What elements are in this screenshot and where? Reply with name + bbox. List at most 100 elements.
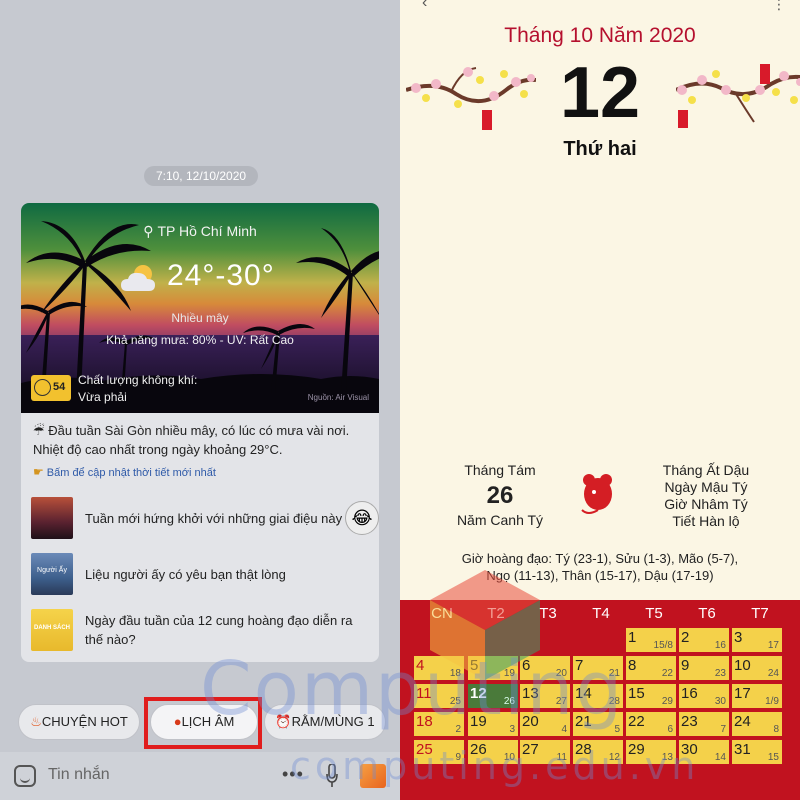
calendar-solar-day: 3 [734,629,743,646]
calendar-day-cell[interactable]: 16 30 [679,684,729,708]
aqi-badge: 54 [31,375,71,401]
calendar-day-cell[interactable]: 22 6 [626,712,676,736]
pointing-hand-icon: ☛ [33,465,44,479]
aqi-face-icon [34,379,51,396]
weather-message-card[interactable]: ⚲ TP Hồ Chí Minh 24°-30° Nhiều mây Khả nă… [21,203,379,662]
can-chi-block: Tháng Ất Dậu Ngày Mậu Tý Giờ Nhâm Tý Tiế… [636,462,776,530]
apricot-blossom-branch-icon [406,67,536,130]
calendar-solar-day: 10 [734,657,751,674]
chuyen-hot-chip[interactable]: ♨CHUYỆN HOT [18,704,140,740]
calendar-lunar-day: 15/8 [653,640,673,651]
weekday-header: T7 [751,605,769,622]
weather-location: ⚲ TP Hồ Chí Minh [21,223,379,240]
lunar-date-block: Tháng Tám 26 Năm Canh Tý [440,462,560,528]
lunar-month: Tháng Tám [464,462,536,478]
calendar-lunar-day: 8 [773,724,779,735]
calendar-lunar-day: 22 [661,668,673,679]
rain-uv-info: Khả năng mưa: 80% - UV: Rất Cao [106,333,294,347]
calendar-lunar-day: 29 [661,696,673,707]
calendar-day-cell[interactable]: 8 22 [626,656,676,680]
top-strip [400,0,800,12]
calendar-solar-day: 16 [681,685,698,702]
weather-description: Nhiều mây [171,311,229,325]
weather-source: Nguồn: Air Visual [307,393,369,402]
apricot-blossom-branch-icon [676,64,800,128]
update-link-text: Bấm để cập nhật thời tiết mới nhất [46,467,216,479]
calendar-day-cell[interactable]: 23 7 [679,712,729,736]
menu-icon[interactable]: ⋮ [772,0,786,13]
list-item-title: Ngày đầu tuần của 12 cung hoàng đạo diễn… [85,613,353,647]
weather-banner[interactable]: ⚲ TP Hồ Chí Minh 24°-30° Nhiều mây Khả nă… [21,203,379,413]
can-chi-hour: Giờ Nhâm Tý [664,496,748,512]
list-item-title: Liệu người ấy có yêu bạn thật lòng [85,566,286,582]
weekday-header: T5 [645,605,663,622]
lunar-day: 26 [486,482,514,509]
calendar-lunar-day: 1/9 [765,696,779,707]
calendar-day-cell[interactable]: 2 16 [679,628,729,652]
message-timestamp: 7:10, 12/10/2020 [144,166,258,186]
update-weather-link[interactable]: ☛ Bấm để cập nhật thời tiết mới nhất [33,465,216,479]
zodiac-thumbnail: DANH SÁCH [31,609,73,651]
weekday-header: T4 [592,605,610,622]
calendar-day-cell[interactable]: 10 24 [732,656,782,680]
solar-term: Tiết Hàn lộ [672,513,740,529]
calendar-lunar-day: 14 [714,752,726,763]
list-item[interactable]: Người Ấy Liệu người ấy có yêu bạn thật l… [31,553,371,597]
rat-zodiac-icon [581,474,612,514]
calendar-solar-day: 23 [681,713,698,730]
calendar-lunar-day: 15 [767,752,779,763]
calendar-solar-day: 22 [628,713,645,730]
calendar-solar-day: 1 [628,629,637,646]
aqi-value: 54 [53,381,66,393]
brand-watermark: Computing [200,646,625,732]
music-thumbnail [31,497,73,539]
love-thumbnail-text: Người Ấy [37,567,67,574]
calendar-day-cell[interactable]: 3 17 [732,628,782,652]
auspicious-hours-line1: Giờ hoàng đạo: Tý (23-1), Sửu (1-3), Mão… [461,551,739,566]
partly-cloudy-icon [121,265,155,291]
calendar-lunar-day: 30 [714,696,726,707]
calendar-day-cell[interactable]: 9 23 [679,656,729,680]
weather-overlay: ⚲ TP Hồ Chí Minh 24°-30° Nhiều mây Khả nă… [21,203,379,413]
weather-news-text: ☔ Đầu tuần Sài Gòn nhiều mây, có lúc có … [33,421,373,459]
calendar-day-cell[interactable]: 15 29 [626,684,676,708]
calendar-day-cell[interactable]: 31 15 [732,740,782,764]
calendar-day-cell[interactable]: 1 15/8 [626,628,676,652]
message-input[interactable]: Tin nhắn [48,766,110,784]
calendar-lunar-day: 6 [667,724,673,735]
love-thumbnail: Người Ấy [31,553,73,595]
fire-icon: ♨ [30,714,42,729]
weekday-header: T6 [698,605,716,622]
month-year-title: Tháng 10 Năm 2020 [504,24,696,47]
calendar-day-cell[interactable]: 24 8 [732,712,782,736]
weekday-label: Thứ hai [563,138,637,160]
lunar-year: Năm Canh Tý [456,512,544,528]
calendar-solar-day: 15 [628,685,645,702]
calendar-solar-day: 24 [734,713,751,730]
laughing-emoji-button[interactable]: 😂 [345,501,379,535]
list-item-title: Tuần mới hứng khởi với những giai điệu n… [85,510,343,526]
calendar-solar-day: 2 [681,629,690,646]
news-body: Đầu tuần Sài Gòn nhiều mây, có lúc có mư… [33,423,350,457]
temperature-range: 24°-30° [167,259,275,292]
calendar-lunar-day: 17 [767,640,779,651]
can-chi-day: Ngày Mậu Tý [664,479,748,495]
calendar-lunar-day: 16 [714,640,726,651]
zodiac-thumbnail-text: DANH SÁCH [34,625,70,631]
calendar-solar-day: 17 [734,685,751,702]
back-arrow-icon[interactable]: ‹ [422,0,427,12]
list-item[interactable]: Tuần mới hứng khởi với những giai điệu n… [31,497,371,541]
aqi-status: Vừa phải [78,390,127,404]
domain-watermark: computing.edu.vn [290,744,700,788]
sticker-smiley-icon[interactable] [14,765,36,787]
can-chi-month: Tháng Ất Dậu [662,462,750,478]
location-pin-icon: ⚲ [143,223,154,239]
calendar-solar-day: 9 [681,657,690,674]
calendar-day-cell[interactable]: 17 1/9 [732,684,782,708]
calendar-lunar-day: 7 [720,724,726,735]
chip-label: CHUYỆN HOT [41,714,128,729]
calendar-solar-day: 31 [734,741,751,758]
aqi-label: Chất lượng không khí: [78,373,198,387]
location-text: TP Hồ Chí Minh [157,223,257,239]
calendar-lunar-day: 24 [767,668,779,679]
